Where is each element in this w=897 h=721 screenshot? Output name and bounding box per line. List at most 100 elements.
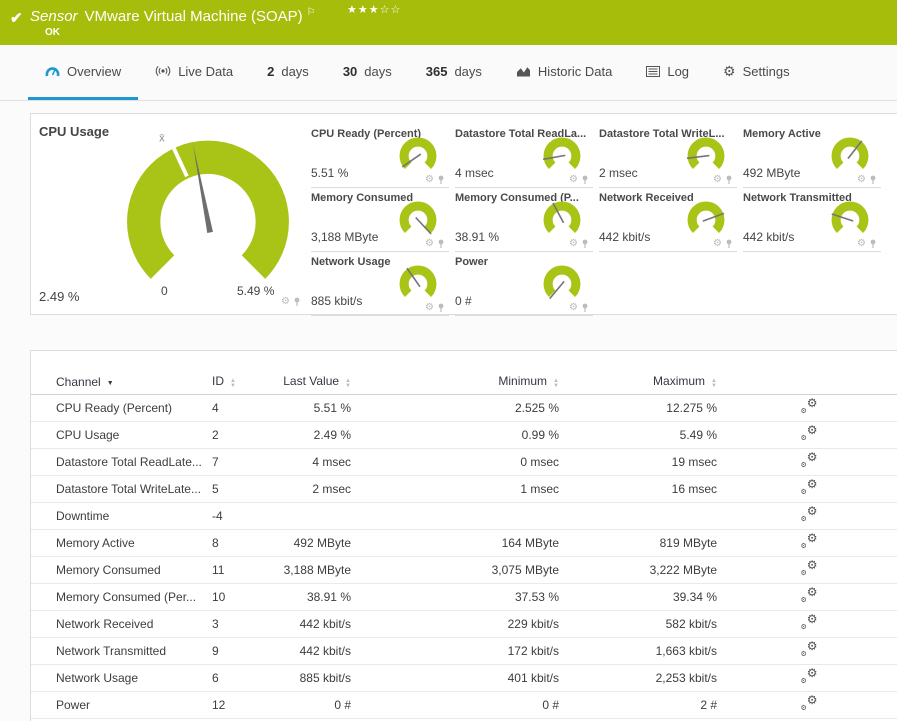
sort-icon[interactable]: ▼	[107, 380, 114, 387]
column-header-id[interactable]: ID ▲ ▼	[212, 370, 272, 395]
mini-gauge-tile[interactable]: Memory Active 492 MByte ⚙	[743, 126, 881, 188]
gauge-gear-icon[interactable]: ⚙	[281, 297, 290, 307]
tab-live-data[interactable]: Live Data	[138, 45, 250, 100]
mini-gauge-value: 38.91 %	[455, 230, 500, 244]
table-row: Network Transmitted 9 442 kbit/s 172 kbit/s…	[31, 637, 897, 665]
channel-settings-gears-icon[interactable]: ⚙ ⚙	[801, 451, 818, 469]
sort-icon[interactable]: ▲ ▼	[553, 378, 559, 389]
column-header-label: Channel	[56, 374, 101, 389]
gauge-gear-icon[interactable]: ⚙	[569, 303, 578, 313]
gauge-pin-icon[interactable]	[725, 175, 733, 185]
channel-settings-gears-icon[interactable]: ⚙ ⚙	[801, 424, 818, 442]
channel-name[interactable]: Memory Active	[31, 529, 212, 557]
sort-icon[interactable]: ▲ ▼	[230, 378, 236, 389]
gauge-pin-icon[interactable]	[581, 175, 589, 185]
main-gauge-tile[interactable]: CPU Usage x̄ 0 5.49 % 2.49 % ⚙	[31, 114, 303, 314]
tab-settings[interactable]: ⚙ Settings	[706, 45, 807, 100]
channel-name[interactable]: Network Received	[31, 610, 212, 638]
column-header-maximum[interactable]: Maximum ▲ ▼	[563, 370, 721, 395]
column-header-channel[interactable]: Channel ▼	[31, 370, 212, 395]
column-header-label: ID	[212, 374, 224, 389]
mini-gauge-tile[interactable]: Datastore Total ReadLa... 4 msec ⚙	[455, 126, 593, 188]
gauge-gear-icon[interactable]: ⚙	[569, 175, 578, 185]
channel-tools-cell: ⚙ ⚙	[721, 610, 897, 638]
tab-30-days[interactable]: 30 days	[326, 45, 409, 100]
tab-historic-data[interactable]: Historic Data	[499, 45, 629, 100]
gauge-pin-icon[interactable]	[293, 297, 301, 307]
gauge-gear-icon[interactable]: ⚙	[857, 175, 866, 185]
channel-name[interactable]: Network Usage	[31, 664, 212, 692]
column-header-minimum[interactable]: Minimum ▲ ▼	[357, 370, 563, 395]
average-marker-label: x̄	[159, 133, 165, 145]
priority-flag-icon[interactable]: ⚐	[307, 7, 316, 18]
sort-icon[interactable]: ▲ ▼	[345, 378, 351, 389]
channel-tools-cell: ⚙ ⚙	[721, 637, 897, 665]
gauge-pin-icon[interactable]	[725, 239, 733, 249]
gauge-pin-icon[interactable]	[581, 303, 589, 313]
channel-last-value: 2.49 %	[272, 421, 357, 449]
gauge-gear-icon[interactable]: ⚙	[569, 239, 578, 249]
channel-name[interactable]: Memory Consumed (Per...	[31, 583, 212, 611]
channel-minimum: 0 msec	[357, 448, 563, 476]
channel-last-value: 38.91 %	[272, 583, 357, 611]
gauge-gear-icon[interactable]: ⚙	[425, 239, 434, 249]
channel-settings-gears-icon[interactable]: ⚙ ⚙	[801, 397, 818, 415]
gauge-gear-icon[interactable]: ⚙	[857, 239, 866, 249]
channel-name[interactable]: Power	[31, 691, 212, 719]
channel-name[interactable]: Memory Consumed	[31, 556, 212, 584]
channel-settings-gears-icon[interactable]: ⚙ ⚙	[801, 586, 818, 604]
priority-stars[interactable]: ★★★☆☆	[347, 3, 401, 16]
sort-icon[interactable]: ▲ ▼	[711, 378, 717, 389]
mini-gauge-tile[interactable]: Power 0 # ⚙	[455, 254, 593, 316]
mini-gauge-tile[interactable]: Datastore Total WriteL... 2 msec ⚙	[599, 126, 737, 188]
gauge-pin-icon[interactable]	[437, 239, 445, 249]
gauge-gear-icon[interactable]: ⚙	[713, 175, 722, 185]
table-row: Downtime -4 ⚙ ⚙	[31, 502, 897, 530]
channel-settings-gears-icon[interactable]: ⚙ ⚙	[801, 505, 818, 523]
mini-gauge-tile[interactable]: Memory Consumed 3,188 MByte ⚙	[311, 190, 449, 252]
tab-number: 2	[267, 63, 275, 79]
tab-log[interactable]: Log	[629, 45, 706, 100]
mini-gauge-tools: ⚙	[569, 239, 589, 249]
channel-settings-gears-icon[interactable]: ⚙ ⚙	[801, 613, 818, 631]
channel-name[interactable]: CPU Usage	[31, 421, 212, 449]
gauge-gear-icon[interactable]: ⚙	[425, 175, 434, 185]
channel-table: Channel ▼ ID ▲ ▼ Last Value ▲ ▼ Minimum ▲ ▼ Maximum…	[31, 370, 897, 719]
mini-gauge-tile[interactable]: Network Usage 885 kbit/s ⚙	[311, 254, 449, 316]
gauge-pin-icon[interactable]	[581, 239, 589, 249]
channel-settings-gears-icon[interactable]: ⚙ ⚙	[801, 478, 818, 496]
column-header-last-value[interactable]: Last Value ▲ ▼	[272, 370, 357, 395]
mini-gauge-tools: ⚙	[425, 303, 445, 313]
channel-settings-gears-icon[interactable]: ⚙ ⚙	[801, 559, 818, 577]
channel-name[interactable]: CPU Ready (Percent)	[31, 394, 212, 422]
channel-id: 2	[212, 421, 272, 449]
gauge-gear-icon[interactable]: ⚙	[713, 239, 722, 249]
gauge-pin-icon[interactable]	[437, 303, 445, 313]
gauge-pin-icon[interactable]	[869, 239, 877, 249]
channel-settings-gears-icon[interactable]: ⚙ ⚙	[801, 667, 818, 685]
channel-settings-gears-icon[interactable]: ⚙ ⚙	[801, 532, 818, 550]
channel-id: 8	[212, 529, 272, 557]
sensor-title-line: Sensor VMware Virtual Machine (SOAP) ⚐	[30, 7, 316, 25]
mini-gauge-tile[interactable]: Network Transmitted 442 kbit/s ⚙	[743, 190, 881, 252]
channel-settings-gears-icon[interactable]: ⚙ ⚙	[801, 640, 818, 658]
channel-maximum: 582 kbit/s	[563, 610, 721, 638]
tab-label: days	[281, 63, 309, 79]
mini-gauge-tile[interactable]: Network Received 442 kbit/s ⚙	[599, 190, 737, 252]
channel-name[interactable]: Network Transmitted	[31, 637, 212, 665]
gauge-pin-icon[interactable]	[437, 175, 445, 185]
channel-name[interactable]: Datastore Total WriteLate...	[31, 475, 212, 503]
mini-gauge-tile[interactable]: Memory Consumed (P... 38.91 % ⚙	[455, 190, 593, 252]
channel-name[interactable]: Datastore Total ReadLate...	[31, 448, 212, 476]
channel-name[interactable]: Downtime	[31, 502, 212, 530]
tab-overview[interactable]: Overview	[28, 45, 139, 100]
broadcast-icon	[155, 65, 171, 77]
tab-365-days[interactable]: 365 days	[409, 45, 499, 100]
mini-gauge-tile[interactable]: CPU Ready (Percent) 5.51 % ⚙	[311, 126, 449, 188]
channel-settings-gears-icon[interactable]: ⚙ ⚙	[801, 694, 818, 712]
channel-id: 5	[212, 475, 272, 503]
channel-minimum: 164 MByte	[357, 529, 563, 557]
gauge-gear-icon[interactable]: ⚙	[425, 303, 434, 313]
tab-2-days[interactable]: 2 days	[250, 45, 326, 100]
gauge-pin-icon[interactable]	[869, 175, 877, 185]
